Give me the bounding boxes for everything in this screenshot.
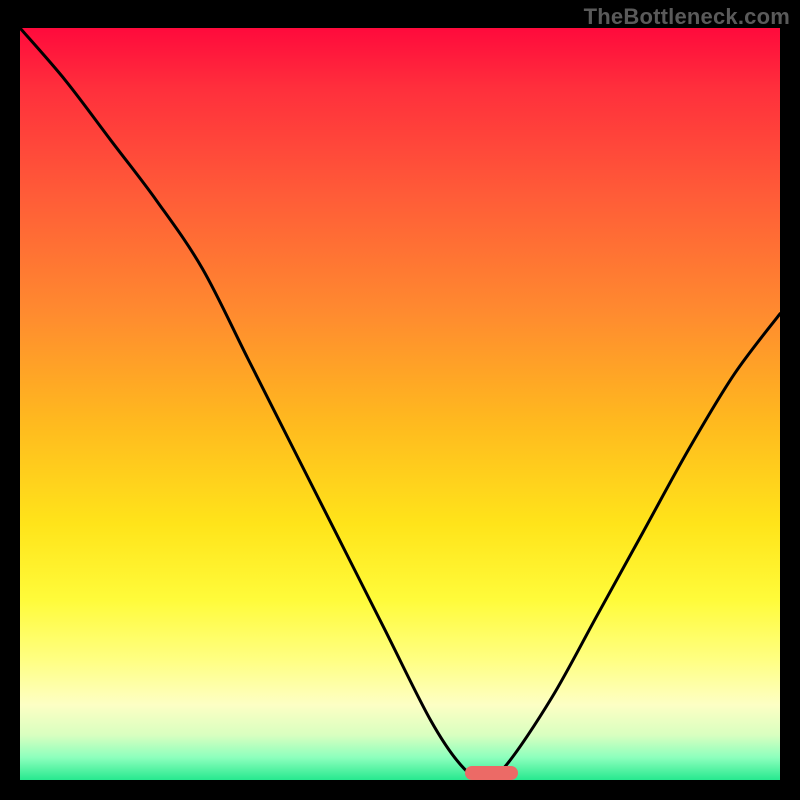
watermark-text: TheBottleneck.com (584, 4, 790, 30)
plot-area (20, 28, 780, 780)
optimal-range-marker (465, 766, 518, 780)
chart-frame: TheBottleneck.com (0, 0, 800, 800)
bottleneck-curve (20, 28, 780, 780)
